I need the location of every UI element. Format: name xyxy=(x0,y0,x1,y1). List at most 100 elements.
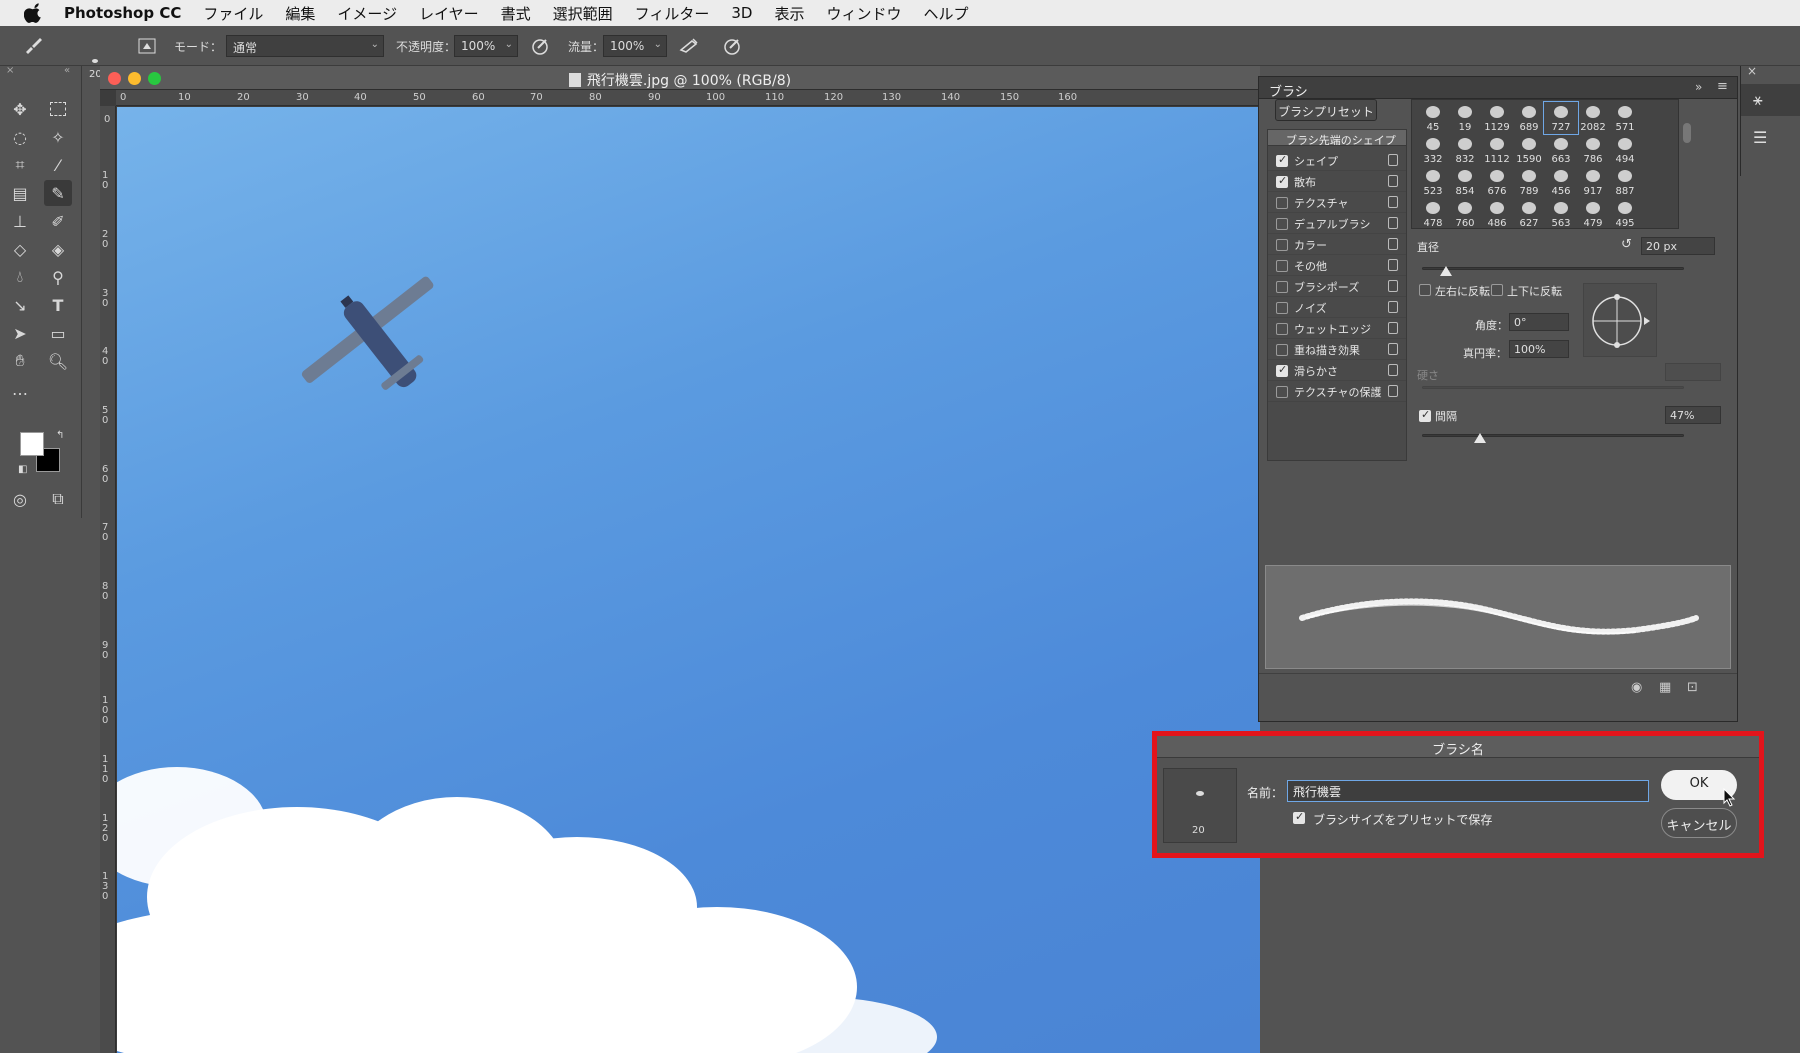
menu-select[interactable]: 選択範囲 xyxy=(553,3,613,24)
brush-tool-icon[interactable]: ✎ xyxy=(44,180,72,206)
brush-option-row[interactable]: その他 xyxy=(1268,255,1406,276)
brush-tool-icon[interactable] xyxy=(22,36,44,56)
brush-option-checkbox[interactable] xyxy=(1276,323,1288,335)
image-canvas[interactable] xyxy=(117,107,1260,1053)
lock-icon[interactable] xyxy=(1388,301,1398,313)
spacing-slider-thumb[interactable] xyxy=(1473,433,1486,443)
crop-tool-icon[interactable]: ⌗ xyxy=(6,152,34,178)
brush-preview-icon[interactable] xyxy=(88,57,102,65)
brush-tip[interactable]: 1590 xyxy=(1512,134,1546,166)
cancel-button[interactable]: キャンセル xyxy=(1661,808,1737,838)
brush-tip[interactable]: 786 xyxy=(1576,134,1610,166)
brush-option-checkbox[interactable] xyxy=(1276,218,1288,230)
paint-bucket-tool-icon[interactable]: ◈ xyxy=(44,236,72,262)
blur-tool-icon[interactable]: 💧︎ xyxy=(6,264,34,290)
brush-tip[interactable]: 486 xyxy=(1480,198,1514,228)
lock-icon[interactable] xyxy=(1388,259,1398,271)
dock-brush-button[interactable]: ⚹ xyxy=(1741,84,1800,116)
brush-option-row[interactable]: カラー xyxy=(1268,234,1406,255)
flip-y-checkbox[interactable] xyxy=(1491,284,1503,296)
brush-tip[interactable]: 917 xyxy=(1576,166,1610,198)
brush-option-row[interactable]: ノイズ xyxy=(1268,297,1406,318)
brush-tip[interactable]: 478 xyxy=(1416,198,1450,228)
brush-tip[interactable]: 571 xyxy=(1608,102,1642,134)
brush-tip[interactable]: 663 xyxy=(1544,134,1578,166)
path-selection-tool-icon[interactable]: ➤ xyxy=(6,320,34,346)
brush-tip[interactable]: 789 xyxy=(1512,166,1546,198)
pressure-opacity-icon[interactable] xyxy=(530,36,552,56)
close-icon[interactable]: × xyxy=(6,65,14,76)
menu-edit[interactable]: 編集 xyxy=(285,3,315,24)
quick-mask-icon[interactable]: ◎ xyxy=(6,486,34,512)
toggle-preview-icon[interactable]: ◉ xyxy=(1631,680,1642,695)
brush-tip[interactable]: 523 xyxy=(1416,166,1450,198)
brush-tip-grid[interactable]: 45 19 1129 689 727 2082 571 332 832 1112 1590 663 78… xyxy=(1411,99,1679,229)
dock-brush-settings-button[interactable]: ☰ xyxy=(1741,122,1800,154)
hand-tool-icon[interactable]: ✋︎ xyxy=(6,348,34,374)
new-brush-icon[interactable]: ⊡ xyxy=(1687,680,1698,695)
close-icon[interactable]: × xyxy=(1747,64,1757,78)
lock-icon[interactable] xyxy=(1388,175,1398,187)
brush-panel-tab[interactable]: ブラシ xyxy=(1269,81,1308,100)
history-brush-tool-icon[interactable]: ✐ xyxy=(44,208,72,234)
brush-panel-toggle-icon[interactable] xyxy=(136,36,158,56)
brush-name-input[interactable] xyxy=(1287,780,1649,802)
diameter-slider[interactable] xyxy=(1422,267,1684,270)
brush-option-checkbox[interactable] xyxy=(1276,302,1288,314)
brush-option-checkbox[interactable] xyxy=(1276,281,1288,293)
brush-tip[interactable]: 456 xyxy=(1544,166,1578,198)
collapse-icon[interactable]: « xyxy=(64,65,70,76)
menu-layer[interactable]: レイヤー xyxy=(419,3,479,24)
lock-icon[interactable] xyxy=(1388,217,1398,229)
brush-option-checkbox[interactable] xyxy=(1276,174,1288,188)
airbrush-icon[interactable] xyxy=(678,36,700,56)
mode-select[interactable]: 通常 ⌄ xyxy=(226,35,384,57)
spacing-slider[interactable] xyxy=(1422,434,1684,437)
brush-tip[interactable]: 676 xyxy=(1480,166,1514,198)
brush-option-row[interactable]: 散布 xyxy=(1268,171,1406,192)
clone-stamp-tool-icon[interactable]: ⊥ xyxy=(6,208,34,234)
menu-image[interactable]: イメージ xyxy=(337,3,397,24)
eyedropper-tool-icon[interactable]: ⁄ xyxy=(44,152,72,178)
brush-tip[interactable]: 627 xyxy=(1512,198,1546,228)
apple-icon[interactable] xyxy=(24,3,44,23)
spacing-checkbox[interactable] xyxy=(1419,408,1431,422)
brush-option-row[interactable]: テクスチャの保護 xyxy=(1268,381,1406,402)
menu-help[interactable]: ヘルプ xyxy=(924,3,969,24)
brush-option-row[interactable]: テクスチャ xyxy=(1268,192,1406,213)
ruler-horizontal[interactable]: 0 10 20 30 40 50 60 70 80 90 100 110 120… xyxy=(116,90,1260,106)
lock-icon[interactable] xyxy=(1388,343,1398,355)
brush-option-row[interactable]: 滑らかさ xyxy=(1268,360,1406,381)
tip-grid-scrollbar[interactable] xyxy=(1683,123,1691,143)
reset-size-icon[interactable]: ↺ xyxy=(1621,237,1632,252)
brush-tip[interactable]: 332 xyxy=(1416,134,1450,166)
brush-tip[interactable]: 832 xyxy=(1448,134,1482,166)
grid-icon[interactable]: ▦ xyxy=(1659,680,1671,695)
brush-tip[interactable]: 563 xyxy=(1544,198,1578,228)
brush-option-row[interactable]: 重ね描き効果 xyxy=(1268,339,1406,360)
brush-option-checkbox[interactable] xyxy=(1276,363,1288,377)
menu-view[interactable]: 表示 xyxy=(774,3,804,24)
menu-type[interactable]: 書式 xyxy=(501,3,531,24)
lock-icon[interactable] xyxy=(1388,385,1398,397)
brush-option-checkbox[interactable] xyxy=(1276,197,1288,209)
brush-tip[interactable]: 689 xyxy=(1512,102,1546,134)
brush-tip[interactable]: 727 xyxy=(1543,101,1579,135)
lock-icon[interactable] xyxy=(1388,322,1398,334)
move-tool-icon[interactable]: ✥ xyxy=(6,96,34,122)
brush-tip[interactable]: 19 xyxy=(1448,102,1482,134)
zoom-tool-icon[interactable]: 🔍︎ xyxy=(44,348,72,374)
flow-field[interactable]: 100% ⌄ xyxy=(603,35,667,57)
roundness-field[interactable]: 100% xyxy=(1509,340,1569,358)
marquee-tool-icon[interactable] xyxy=(44,96,72,122)
pressure-size-icon[interactable] xyxy=(722,36,744,56)
angle-roundness-widget[interactable] xyxy=(1583,283,1657,357)
rectangle-tool-icon[interactable]: ▭ xyxy=(44,320,72,346)
pen-tool-icon[interactable]: ↘ xyxy=(6,292,34,318)
brush-tip[interactable]: 760 xyxy=(1448,198,1482,228)
eraser-tool-icon[interactable]: ◇ xyxy=(6,236,34,262)
menu-3d[interactable]: 3D xyxy=(731,4,752,22)
brush-option-checkbox[interactable] xyxy=(1276,386,1288,398)
brush-option-checkbox[interactable] xyxy=(1276,260,1288,272)
type-tool-icon[interactable]: T xyxy=(44,292,72,318)
